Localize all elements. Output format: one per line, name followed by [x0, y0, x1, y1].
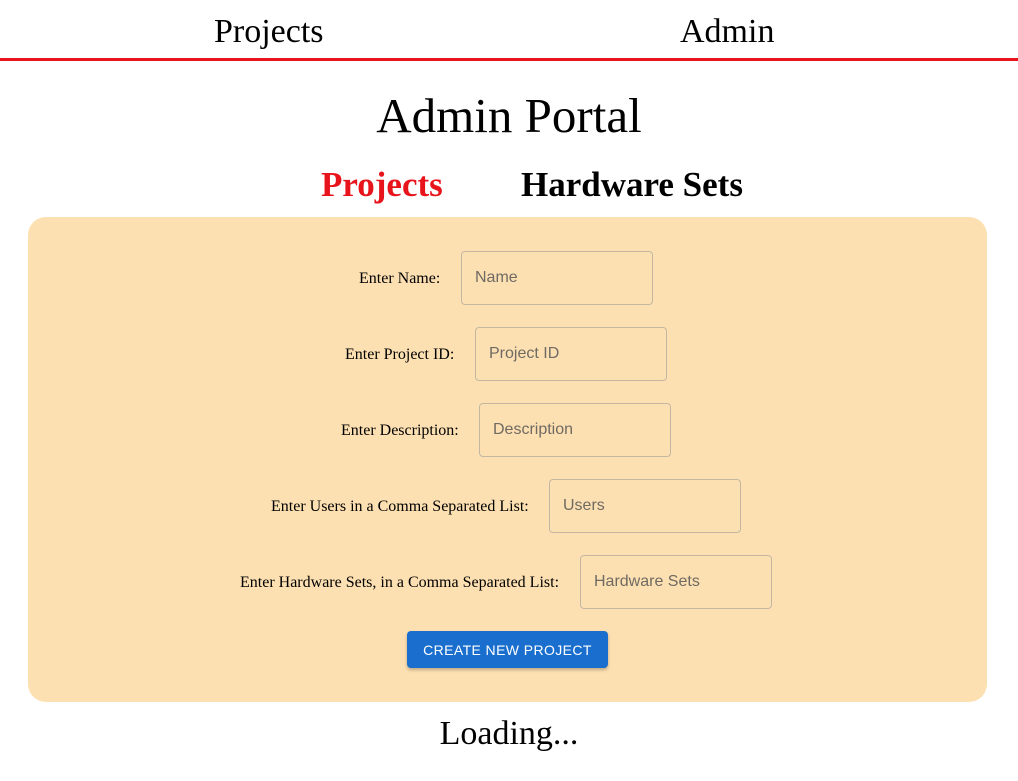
hardware-sets-label: Enter Hardware Sets, in a Comma Separate…: [240, 574, 560, 591]
form-row-description: Enter Description:: [28, 403, 987, 459]
form-row-users: Enter Users in a Comma Separated List:: [28, 479, 987, 535]
project-id-label: Enter Project ID:: [345, 346, 455, 363]
users-label: Enter Users in a Comma Separated List:: [271, 498, 529, 515]
create-project-form: Enter Name: Enter Project ID: Enter Desc…: [28, 217, 987, 702]
form-row-name: Enter Name:: [28, 251, 987, 307]
tab-projects[interactable]: Projects: [321, 163, 443, 207]
nav-link-admin[interactable]: Admin: [680, 12, 774, 52]
project-id-input[interactable]: [475, 327, 667, 381]
tab-hardware-sets[interactable]: Hardware Sets: [521, 163, 743, 207]
loading-status: Loading...: [439, 715, 579, 752]
page-title: Admin Portal: [376, 88, 642, 143]
users-input[interactable]: [549, 479, 741, 533]
hardware-sets-input[interactable]: [580, 555, 772, 609]
name-input[interactable]: [461, 251, 653, 305]
admin-tabs: Projects Hardware Sets: [0, 163, 1018, 207]
description-label: Enter Description:: [341, 422, 459, 439]
top-navigation: Projects Admin: [0, 0, 1018, 61]
description-input[interactable]: [479, 403, 671, 457]
create-project-button[interactable]: CREATE NEW PROJECT: [407, 631, 608, 668]
form-row-hardware-sets: Enter Hardware Sets, in a Comma Separate…: [28, 555, 987, 611]
form-row-project-id: Enter Project ID:: [28, 327, 987, 383]
name-label: Enter Name:: [359, 270, 441, 287]
nav-link-projects[interactable]: Projects: [214, 12, 324, 52]
